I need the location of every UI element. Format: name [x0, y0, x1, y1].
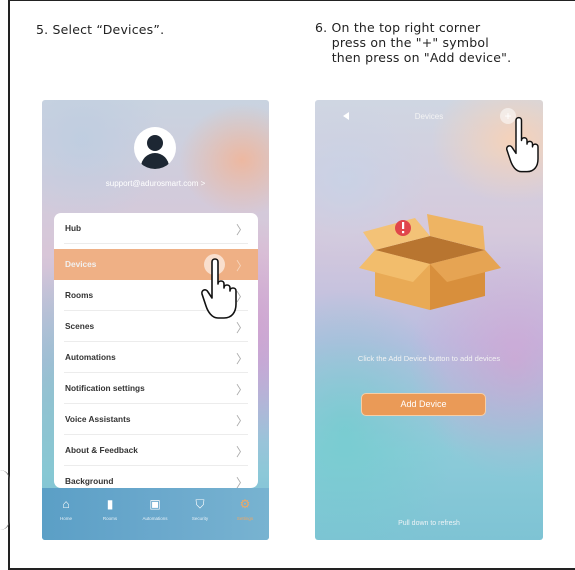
- menu-item-about-feedback[interactable]: About & Feedback 〉: [54, 435, 258, 466]
- avatar[interactable]: [134, 127, 176, 169]
- chevron-right-icon: 〉: [235, 445, 248, 459]
- pointing-hand-icon: [201, 258, 237, 319]
- tab-label: Home: [59, 516, 72, 521]
- empty-box-icon: [359, 214, 501, 310]
- menu-item-label: Automations: [65, 352, 116, 362]
- menu-item-label: Devices: [65, 259, 97, 269]
- tab-automations[interactable]: ▣ Automations: [133, 497, 177, 522]
- menu-item-automations[interactable]: Automations 〉: [54, 342, 258, 373]
- menu-item-label: Rooms: [65, 290, 94, 300]
- home-icon: ⌂: [62, 497, 70, 511]
- tab-label: Security: [191, 516, 209, 521]
- bottom-tab-bar: ⌂ Home ▮ Rooms ▣ Automations ⛉ Security …: [42, 488, 269, 540]
- chevron-right-icon: 〉: [235, 352, 248, 366]
- empty-state-message: Click the Add Device button to add devic…: [357, 354, 501, 363]
- chevron-right-icon: 〉: [235, 414, 248, 428]
- menu-item-voice-assistants[interactable]: Voice Assistants 〉: [54, 404, 258, 435]
- add-device-button[interactable]: Add Device: [361, 393, 486, 416]
- tab-security[interactable]: ⛉ Security: [178, 497, 222, 522]
- automations-icon: ▣: [149, 497, 161, 511]
- chevron-right-icon: 〉: [235, 223, 248, 237]
- menu-item-label: Background: [65, 476, 114, 486]
- pointing-hand-icon: [506, 116, 539, 173]
- settings-menu: Hub 〉 Devices 〉 Rooms 〉 Scenes 〉 Automat…: [54, 213, 258, 488]
- menu-item-notification-settings[interactable]: Notification settings 〉: [54, 373, 258, 404]
- menu-item-background[interactable]: Background 〉: [54, 466, 258, 488]
- chevron-right-icon: 〉: [235, 476, 248, 488]
- pull-to-refresh-hint: Pull down to refresh: [398, 520, 460, 527]
- tab-home[interactable]: ⌂ Home: [44, 497, 88, 522]
- gear-icon: ⚙: [239, 497, 251, 511]
- tab-rooms[interactable]: ▮ Rooms: [88, 497, 132, 522]
- menu-item-label: About & Feedback: [65, 445, 138, 455]
- step-6-instruction: 6. On the top right corner press on the …: [315, 20, 512, 65]
- tab-settings[interactable]: ⚙ Settings: [223, 497, 267, 522]
- menu-item-label: Scenes: [65, 321, 95, 331]
- page-edge-fragment: [0, 470, 10, 530]
- menu-item-label: Hub: [65, 223, 82, 233]
- chevron-right-icon: 〉: [235, 383, 248, 397]
- devices-screen: Devices + Click the Add Device button to…: [315, 100, 543, 540]
- tab-label: Rooms: [102, 516, 118, 521]
- menu-item-label: Voice Assistants: [65, 414, 131, 424]
- settings-screen: support@adurosmart.com > Hub 〉 Devices 〉…: [42, 100, 269, 540]
- shield-icon: ⛉: [195, 497, 205, 511]
- step-5-instruction: 5. Select “Devices”.: [36, 22, 165, 37]
- account-email-link[interactable]: support@adurosmart.com >: [42, 179, 269, 188]
- rooms-icon: ▮: [106, 497, 114, 511]
- tab-label: Settings: [236, 516, 254, 521]
- menu-item-hub[interactable]: Hub 〉: [54, 213, 258, 244]
- tab-label: Automations: [142, 516, 168, 521]
- menu-item-label: Notification settings: [65, 383, 145, 393]
